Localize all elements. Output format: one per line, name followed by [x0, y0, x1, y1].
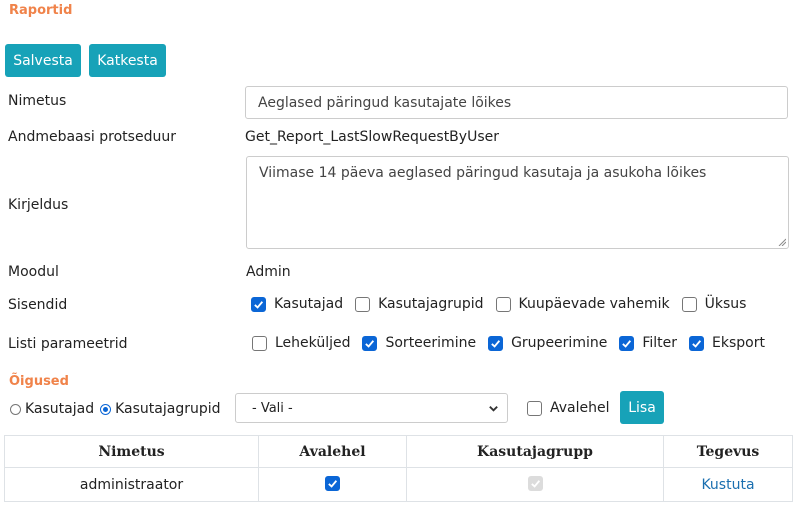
description-text: Viimase 14 päeva aeglased päringud kasut… — [259, 165, 707, 181]
row-homepage-cell — [258, 467, 407, 502]
list-param-grupeerimine[interactable]: Grupeerimine — [488, 335, 607, 351]
group-select-value: - Vali - — [252, 400, 293, 416]
permissions-table: Nimetus Avalehel Kasutajagrupp Tegevus a… — [4, 435, 793, 502]
input-option-label: Kuupäevade vahemik — [518, 296, 670, 312]
checkbox[interactable] — [681, 296, 697, 312]
input-option-kuupaevade-vahemik[interactable]: Kuupäevade vahemik — [495, 296, 670, 312]
inputs-group: Kasutajad Kasutajagrupid Kuupäevade vahe… — [251, 296, 758, 312]
inputs-label: Sisendid — [8, 297, 68, 313]
checkbox[interactable] — [619, 335, 635, 351]
delete-link[interactable]: Kustuta — [701, 477, 754, 493]
checkbox[interactable] — [488, 335, 504, 351]
input-option-kasutajad[interactable]: Kasutajad — [251, 296, 343, 312]
check-icon — [491, 339, 501, 348]
list-param-label: Grupeerimine — [511, 335, 608, 351]
procedure-label: Andmebaasi protseduur — [8, 129, 176, 145]
procedure-value: Get_Report_LastSlowRequestByUser — [245, 129, 499, 145]
list-param-lehekuljed[interactable]: Leheküljed — [252, 335, 350, 351]
module-value: Admin — [246, 264, 291, 280]
page-title: Raportid — [9, 3, 73, 18]
add-button[interactable]: Lisa — [620, 391, 664, 424]
checkbox[interactable] — [252, 335, 267, 351]
list-params-label: Listi parameetrid — [8, 336, 128, 352]
row-group-checkbox — [527, 476, 543, 491]
resize-handle-icon[interactable] — [778, 238, 786, 246]
list-param-label: Eksport — [712, 335, 765, 351]
homepage-checkbox[interactable] — [527, 400, 542, 416]
header-tegevus: Tegevus — [663, 435, 793, 468]
row-group-cell — [406, 467, 664, 502]
header-avalehel: Avalehel — [258, 435, 407, 468]
description-textarea[interactable]: Viimase 14 päeva aeglased päringud kasut… — [246, 156, 789, 249]
list-params-group: Leheküljed Sorteerimine Grupeerimine Fil… — [252, 335, 777, 351]
cancel-button[interactable]: Katkesta — [89, 44, 166, 77]
description-label: Kirjeldus — [8, 197, 69, 213]
header-kasutajagrupp: Kasutajagrupp — [406, 435, 664, 468]
check-icon — [692, 339, 702, 348]
list-param-label: Leheküljed — [275, 335, 351, 351]
radio-users-label: Kasutajad — [25, 401, 95, 417]
input-option-uksus[interactable]: Üksus — [681, 296, 747, 312]
chevron-down-icon — [489, 406, 498, 412]
radio-groups-label: Kasutajagrupid — [115, 401, 221, 417]
header-nimetus: Nimetus — [4, 435, 259, 468]
check-icon — [622, 339, 632, 348]
homepage-label: Avalehel — [550, 400, 610, 416]
check-icon — [530, 480, 540, 488]
radio-groups[interactable] — [100, 403, 112, 415]
group-select[interactable]: - Vali - — [235, 393, 508, 423]
checkbox[interactable] — [355, 296, 371, 312]
input-option-label: Kasutajagrupid — [378, 296, 484, 312]
radio-users[interactable] — [10, 403, 21, 415]
checkbox[interactable] — [251, 296, 266, 312]
input-option-label: Üksus — [704, 296, 747, 312]
checkbox[interactable] — [689, 335, 704, 351]
row-homepage-checkbox[interactable] — [325, 476, 340, 491]
list-param-label: Sorteerimine — [385, 335, 477, 351]
list-param-sorteerimine[interactable]: Sorteerimine — [362, 335, 476, 351]
homepage-option[interactable]: Avalehel — [527, 400, 610, 416]
list-param-filter[interactable]: Filter — [619, 335, 677, 351]
list-param-label: Filter — [642, 335, 677, 351]
check-icon — [328, 480, 338, 488]
checkbox[interactable] — [495, 296, 511, 312]
row-name: administraator — [4, 467, 259, 502]
save-button[interactable]: Salvesta — [5, 44, 81, 77]
permissions-title: Õigused — [9, 374, 69, 389]
table-row: administraator Kustuta — [4, 467, 793, 502]
check-icon — [254, 300, 264, 309]
input-option-label: Kasutajad — [274, 296, 344, 312]
row-action-cell: Kustuta — [663, 467, 793, 502]
table-header-row: Nimetus Avalehel Kasutajagrupp Tegevus — [4, 435, 793, 468]
name-label: Nimetus — [8, 93, 67, 109]
module-label: Moodul — [8, 264, 59, 280]
input-option-kasutajagrupid[interactable]: Kasutajagrupid — [355, 296, 484, 312]
list-param-eksport[interactable]: Eksport — [689, 335, 765, 351]
name-input[interactable]: Aeglased päringud kasutajate lõikes — [245, 86, 788, 119]
check-icon — [365, 339, 375, 348]
permission-type-radios: Kasutajad Kasutajagrupid — [10, 401, 221, 417]
checkbox[interactable] — [362, 335, 378, 351]
